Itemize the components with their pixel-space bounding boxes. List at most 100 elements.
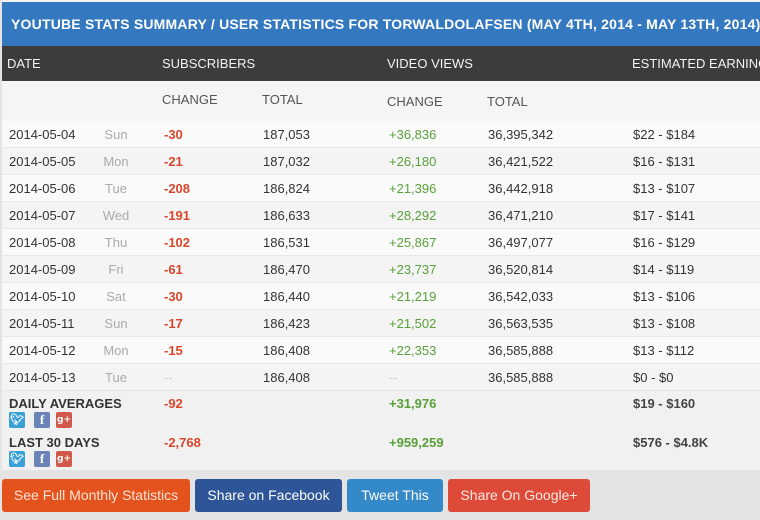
subscriber-change-cell: -21 (164, 154, 183, 169)
subscriber-total-cell: 186,470 (263, 262, 310, 277)
subheader-sub-total: TOTAL (262, 92, 303, 107)
header-video-views: VIDEO VIEWS (387, 56, 473, 71)
subscriber-change-cell: -30 (164, 127, 183, 142)
views-change-cell: +23,737 (389, 262, 437, 277)
header-date: DATE (7, 56, 41, 71)
earnings-cell: $14 - $119 (633, 262, 695, 277)
views-total-cell: 36,442,918 (488, 181, 554, 196)
table-row: 2014-05-11 Sun -17 186,423 +21,502 36,563,535… (2, 310, 760, 337)
earnings-cell: $0 - $0 (633, 370, 674, 385)
twitter-icon[interactable]: 🐦︎ (9, 412, 25, 428)
table-body: 2014-05-04 Sun -30 187,053 +36,836 36,395,342… (2, 121, 760, 391)
daily-averages-row: DAILY AVERAGES -92 +31,976 $19 - $160 🐦︎… (2, 391, 760, 430)
subscriber-change-cell: -30 (164, 289, 183, 304)
subscriber-change-cell: -61 (164, 262, 183, 277)
share-on-facebook-button[interactable]: Share on Facebook (195, 479, 342, 512)
views-total-cell: 36,585,888 (488, 343, 554, 358)
last-30-days-earnings: $576 - $4.8K (633, 435, 709, 450)
subscriber-total-cell: 187,053 (263, 127, 310, 142)
views-change-cell: +25,867 (389, 235, 437, 250)
table-row: 2014-05-10 Sat -30 186,440 +21,219 36,542,033… (2, 283, 760, 310)
facebook-icon[interactable]: f (34, 451, 50, 467)
panel-title: YOUTUBE STATS SUMMARY / USER STATISTICS … (2, 2, 760, 46)
table-row: 2014-05-09 Fri -61 186,470 +23,737 36,520,814… (2, 256, 760, 283)
earnings-cell: $13 - $112 (633, 343, 695, 358)
google-plus-icon[interactable]: g+ (56, 451, 72, 467)
earnings-cell: $16 - $131 (633, 154, 696, 169)
views-total-cell: 36,585,888 (488, 370, 554, 385)
see-full-monthly-statistics-button[interactable]: See Full Monthly Statistics (2, 479, 190, 512)
views-total-cell: 36,471,210 (488, 208, 554, 223)
table-row: 2014-05-08 Thu -102 186,531 +25,867 36,497,07… (2, 229, 760, 256)
earnings-cell: $13 - $108 (633, 316, 696, 331)
day-cell: Wed (102, 208, 130, 223)
earnings-cell: $13 - $106 (633, 289, 696, 304)
views-change-cell: +21,219 (389, 289, 437, 304)
table-subheader: CHANGE TOTAL CHANGE TOTAL (2, 81, 760, 122)
day-cell: Tue (105, 181, 127, 196)
facebook-icon[interactable]: f (34, 412, 50, 428)
views-change-cell: +21,502 (389, 316, 437, 331)
views-change-cell: +21,396 (389, 181, 437, 196)
table-row: 2014-05-06 Tue -208 186,824 +21,396 36,442,91… (2, 175, 760, 202)
table-row: 2014-05-07 Wed -191 186,633 +28,292 36,471,21… (2, 202, 760, 229)
day-cell: Thu (104, 235, 128, 250)
last-30-days-views-change: +959,259 (389, 435, 444, 450)
date-cell: 2014-05-06 (9, 181, 76, 196)
day-cell: Sat (106, 289, 126, 304)
earnings-cell: $16 - $129 (633, 235, 696, 250)
day-cell: Mon (103, 343, 129, 358)
views-change-cell: -- (389, 370, 398, 385)
subheader-views-change: CHANGE (387, 94, 443, 109)
views-total-cell: 36,520,814 (488, 262, 554, 277)
last-30-days-sub-change: -2,768 (164, 435, 201, 450)
date-cell: 2014-05-12 (9, 343, 76, 358)
views-total-cell: 36,421,522 (488, 154, 554, 169)
twitter-icon[interactable]: 🐦︎ (9, 451, 25, 467)
date-cell: 2014-05-08 (9, 235, 76, 250)
views-change-cell: +22,353 (389, 343, 437, 358)
subscriber-total-cell: 186,440 (263, 289, 310, 304)
daily-averages-label: DAILY AVERAGES (9, 396, 122, 411)
subscriber-total-cell: 186,531 (263, 235, 310, 250)
day-cell: Sun (104, 316, 128, 331)
views-total-cell: 36,497,077 (488, 235, 554, 250)
views-change-cell: +28,292 (389, 208, 437, 223)
subscriber-total-cell: 187,032 (263, 154, 310, 169)
views-total-cell: 36,563,535 (488, 316, 554, 331)
subscriber-change-cell: -208 (164, 181, 191, 196)
date-cell: 2014-05-05 (9, 154, 76, 169)
subscriber-total-cell: 186,633 (263, 208, 310, 223)
views-total-cell: 36,395,342 (488, 127, 554, 142)
date-cell: 2014-05-10 (9, 289, 76, 304)
tweet-this-button[interactable]: Tweet This (347, 479, 443, 512)
earnings-cell: $22 - $184 (633, 127, 696, 142)
subheader-views-total: TOTAL (487, 94, 528, 109)
day-cell: Tue (105, 370, 127, 385)
date-cell: 2014-05-09 (9, 262, 76, 277)
stats-panel: YOUTUBE STATS SUMMARY / USER STATISTICS … (2, 0, 760, 470)
subheader-sub-change: CHANGE (162, 92, 218, 107)
summary-section: DAILY AVERAGES -92 +31,976 $19 - $160 🐦︎… (2, 391, 760, 470)
table-row: 2014-05-04 Sun -30 187,053 +36,836 36,395,342… (2, 121, 760, 148)
subscriber-change-cell: -15 (164, 343, 183, 358)
table-row: 2014-05-12 Mon -15 186,408 +22,353 36,585,888… (2, 337, 760, 364)
subscriber-change-cell: -102 (164, 235, 191, 250)
date-cell: 2014-05-11 (9, 316, 75, 331)
table-header: DATE SUBSCRIBERS VIDEO VIEWS ESTIMATED E… (2, 46, 760, 81)
table-row: 2014-05-13 Tue -- 186,408 -- 36,585,888 $0 - $… (2, 364, 760, 391)
day-cell: Fri (108, 262, 124, 277)
header-subscribers: SUBSCRIBERS (162, 56, 256, 71)
subscriber-change-cell: -- (164, 370, 173, 385)
subscriber-total-cell: 186,408 (263, 343, 310, 358)
google-plus-icon[interactable]: g+ (56, 412, 72, 428)
last-30-days-label: LAST 30 DAYS (9, 435, 100, 450)
date-cell: 2014-05-04 (9, 127, 76, 142)
views-total-cell: 36,542,033 (488, 289, 554, 304)
subscriber-change-cell: -191 (164, 208, 191, 223)
share-on-google-plus-button[interactable]: Share On Google+ (448, 479, 590, 512)
table-row: 2014-05-05 Mon -21 187,032 +26,180 36,421,522… (2, 148, 760, 175)
earnings-cell: $17 - $141 (633, 208, 696, 223)
subscriber-total-cell: 186,824 (263, 181, 310, 196)
daily-averages-views-change: +31,976 (389, 396, 437, 411)
